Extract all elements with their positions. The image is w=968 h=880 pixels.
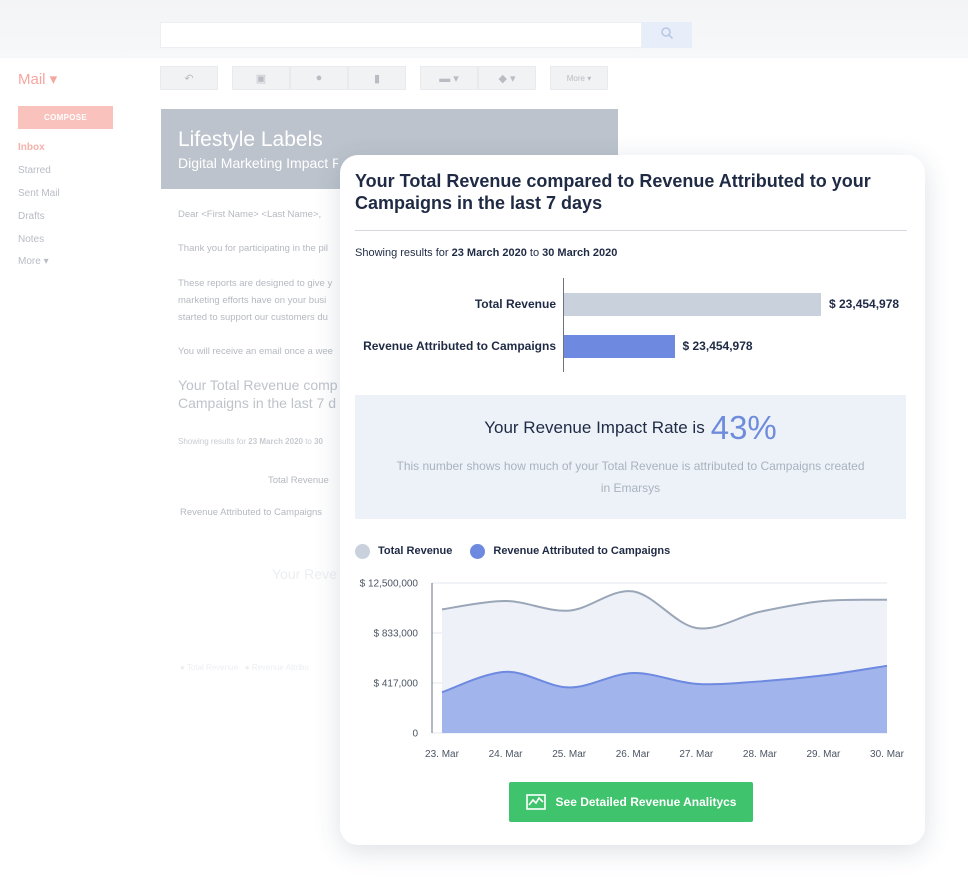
x-tick-label: 24. Mar <box>489 749 524 760</box>
delete-button[interactable]: ▮ <box>348 66 406 90</box>
email-campaign-revenue-label: Revenue Attributed to Campaigns <box>180 507 323 518</box>
card-title: Your Total Revenue compared to Revenue A… <box>355 171 871 213</box>
folder-button[interactable]: ▬ ▾ <box>420 66 478 90</box>
archive-icon: ▣ <box>255 72 267 85</box>
nav-item-drafts[interactable]: Drafts <box>18 211 45 222</box>
chart-legend: Total Revenue Revenue Attributed to Camp… <box>355 543 688 559</box>
label-button[interactable]: ◆ ▾ <box>478 66 536 90</box>
mail-search-button[interactable] <box>642 22 692 48</box>
email-paragraph-line: You will receive an email once a wee <box>178 346 333 357</box>
tag-icon: ◆ ▾ <box>498 72 516 85</box>
legend-dot-campaign <box>470 543 486 559</box>
legend-dot-total <box>355 543 370 559</box>
email-paragraph-line: marketing efforts have on your busi <box>178 295 327 306</box>
y-tick-label: $ 833,000 <box>374 629 419 640</box>
nav-item-sent-mail[interactable]: Sent Mail <box>18 188 60 199</box>
x-tick-label: 27. Mar <box>679 749 714 760</box>
bar-campaign-revenue <box>564 335 675 358</box>
revenue-report-card: Your Total Revenue compared to Revenue A… <box>340 155 925 845</box>
mail-logo[interactable]: Mail ▾ <box>18 70 57 88</box>
x-tick-label: 30. Mar <box>870 749 905 760</box>
nav-item-notes[interactable]: Notes <box>18 234 44 245</box>
impact-rate-label: Your Revenue Impact Rate is <box>484 418 705 437</box>
more-button[interactable]: More ▾ <box>550 66 608 90</box>
compose-button[interactable]: COMPOSE <box>18 106 113 129</box>
y-tick-label: $ 417,000 <box>374 679 419 690</box>
alert-icon: ● <box>315 72 323 84</box>
email-subtitle: Digital Marketing Impact R <box>178 155 338 171</box>
legend-item-campaign-revenue[interactable]: Revenue Attributed to Campaigns <box>470 543 670 559</box>
bar-label-campaign-revenue: Revenue Attributed to Campaigns <box>363 339 556 353</box>
nav-item-starred[interactable]: Starred <box>18 165 51 176</box>
divider <box>355 230 907 231</box>
impact-rate-value: 43% <box>710 409 777 446</box>
revenue-bar-chart: Total Revenue Revenue Attributed to Camp… <box>340 275 925 375</box>
x-tick-label: 25. Mar <box>552 749 587 760</box>
archive-button[interactable]: ▣ <box>232 66 290 90</box>
bar-total-revenue <box>564 293 821 316</box>
impact-rate-panel: Your Revenue Impact Rate is 43% This numb… <box>355 395 906 519</box>
folder-icon: ▬ ▾ <box>439 72 459 85</box>
email-paragraph-line: These reports are designed to give y <box>178 278 333 289</box>
email-greeting: Dear <First Name> <Last Name>, <box>178 209 322 220</box>
bar-label-total-revenue: Total Revenue <box>474 297 556 311</box>
date-range-text: Showing results for 23 March 2020 to 30 … <box>355 247 618 259</box>
bar-value-total-revenue: $ 23,454,978 <box>829 297 900 311</box>
email-section-heading: Your Total Revenue comp Campaigns in the… <box>178 377 338 411</box>
detailed-analytics-button[interactable]: See Detailed Revenue Analitycs <box>509 782 753 822</box>
x-tick-label: 29. Mar <box>806 749 841 760</box>
y-tick-label: 0 <box>412 729 418 740</box>
reply-icon: ↶ <box>184 72 194 85</box>
search-icon <box>660 26 674 45</box>
mail-search-input[interactable] <box>160 22 642 48</box>
nav-item-more[interactable]: More ▾ <box>18 256 49 267</box>
reply-button[interactable]: ↶ <box>160 66 218 90</box>
bar-value-campaign-revenue: $ 23,454,978 <box>682 339 753 353</box>
legend-item-total-revenue[interactable]: Total Revenue <box>355 543 452 559</box>
report-button[interactable]: ● <box>290 66 348 90</box>
revenue-area-chart: $ 12,500,000 $ 833,000 $ 417,000 0 23. Mar 24… <box>360 579 905 761</box>
email-total-revenue-label: Total Revenue <box>268 475 329 486</box>
x-tick-label: 28. Mar <box>743 749 778 760</box>
trash-icon: ▮ <box>373 72 381 85</box>
email-faint-legend: ● Total Revenue ● Revenue Attribu <box>180 663 309 672</box>
y-tick-label: $ 12,500,000 <box>360 579 419 590</box>
email-title: Lifestyle Labels <box>178 128 323 151</box>
impact-rate-description: This number shows how much of your Total… <box>396 459 865 495</box>
email-paragraph-line: Thank you for participating in the pil <box>178 243 328 254</box>
x-tick-label: 23. Mar <box>425 749 460 760</box>
email-results-range: Showing results for 23 March 2020 to 30 <box>178 437 324 446</box>
analytics-chart-icon <box>525 794 546 810</box>
x-tick-label: 26. Mar <box>616 749 651 760</box>
email-paragraph-line: started to support our customers du <box>178 312 328 323</box>
email-faint-heading: Your Reve <box>272 566 337 582</box>
nav-item-inbox[interactable]: Inbox <box>18 142 45 153</box>
